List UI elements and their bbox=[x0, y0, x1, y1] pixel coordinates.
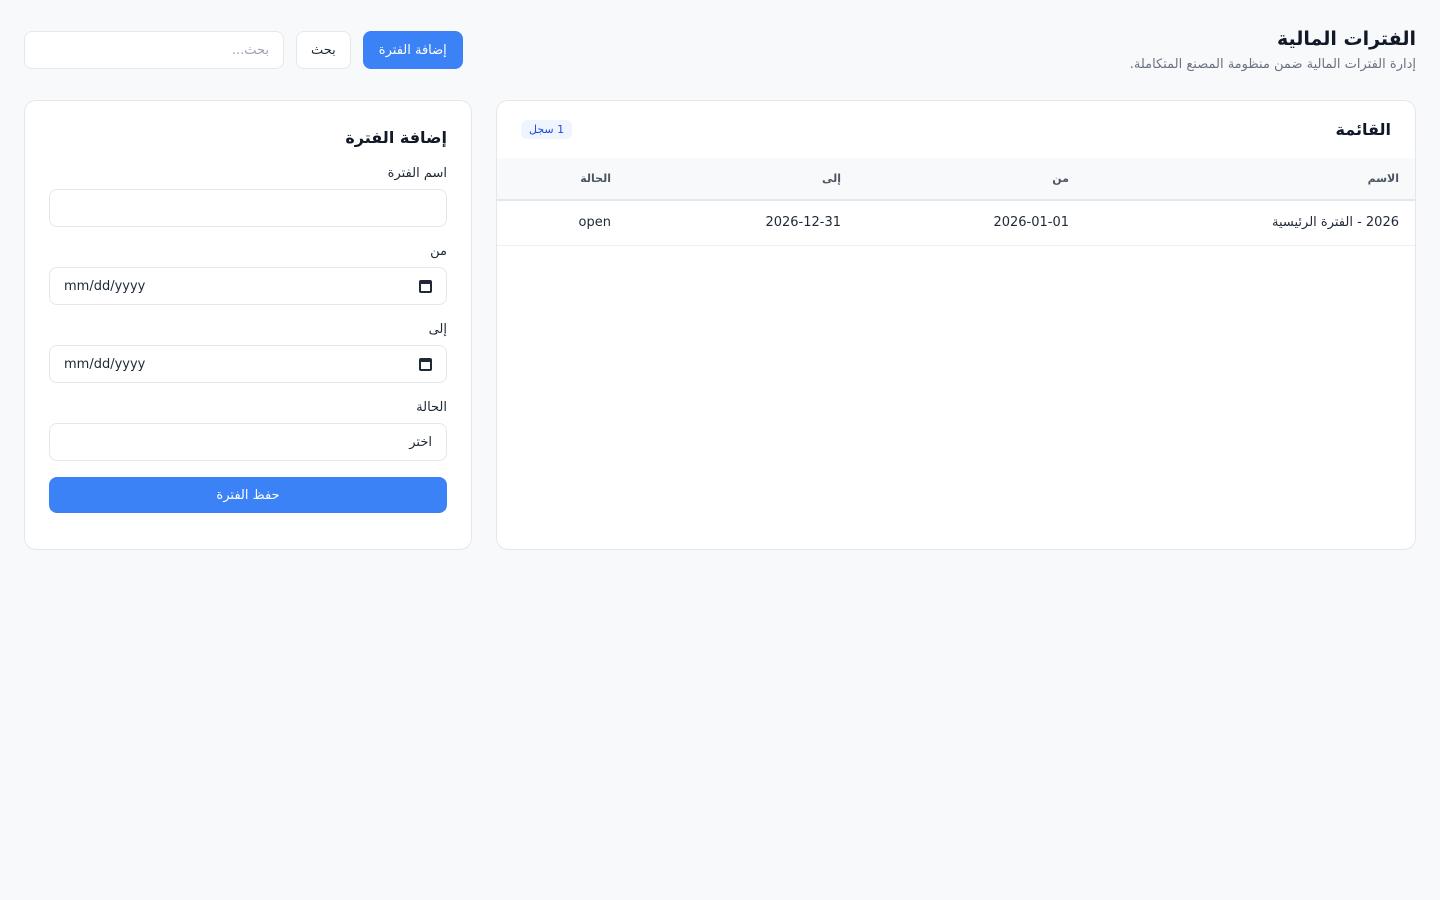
title-block: الفترات المالية إدارة الفترات المالية ضم… bbox=[1130, 24, 1416, 74]
period-name-input[interactable] bbox=[49, 189, 447, 227]
table-header: الاسم من إلى الحالة bbox=[497, 158, 1415, 200]
field-period-name: اسم الفترة bbox=[49, 165, 447, 227]
calendar-icon[interactable] bbox=[419, 357, 432, 371]
record-count-badge: 1 سجل bbox=[521, 120, 573, 139]
page-subtitle: إدارة الفترات المالية ضمن منظومة المصنع … bbox=[1129, 57, 1416, 72]
list-header: القائمة 1 سجل bbox=[497, 101, 1415, 158]
add-period-form: إضافة الفترة اسم الفترة من mm/dd/yyyy إل… bbox=[24, 100, 472, 550]
to-date-label: إلى bbox=[428, 322, 447, 337]
status-select[interactable]: اختر bbox=[49, 423, 447, 461]
status-label: الحالة bbox=[416, 400, 447, 415]
page-title: الفترات المالية bbox=[1276, 28, 1416, 50]
calendar-icon[interactable] bbox=[419, 279, 432, 293]
cell-from: 2026-01-01 bbox=[993, 215, 1069, 231]
cell-status: open bbox=[578, 215, 611, 231]
toolbar: إضافة الفترة بحث bbox=[24, 24, 463, 69]
search-button[interactable]: بحث bbox=[296, 31, 351, 69]
column-header-from[interactable]: من bbox=[857, 158, 1085, 200]
column-header-name[interactable]: الاسم bbox=[1085, 158, 1415, 200]
to-date-input[interactable]: mm/dd/yyyy bbox=[49, 345, 447, 383]
search-input[interactable] bbox=[24, 31, 284, 69]
from-date-label: من bbox=[430, 244, 447, 259]
add-period-button[interactable]: إضافة الفترة bbox=[362, 31, 463, 69]
table-row[interactable]: 2026 - الفترة الرئيسية 2026-01-01 2026-1… bbox=[497, 200, 1415, 245]
list-title: القائمة bbox=[1335, 120, 1391, 139]
save-period-button[interactable]: حفظ الفترة bbox=[49, 477, 447, 513]
table-body: 2026 - الفترة الرئيسية 2026-01-01 2026-1… bbox=[497, 200, 1415, 245]
column-header-status[interactable]: الحالة bbox=[497, 158, 627, 200]
period-name-label: اسم الفترة bbox=[387, 166, 447, 181]
form-title: إضافة الفترة bbox=[345, 128, 447, 147]
from-date-value: mm/dd/yyyy bbox=[64, 278, 146, 294]
column-header-to[interactable]: إلى bbox=[627, 158, 857, 200]
field-status: الحالة اختر bbox=[49, 399, 447, 461]
page-header: الفترات المالية إدارة الفترات المالية ضم… bbox=[0, 0, 1440, 90]
field-from-date: من mm/dd/yyyy bbox=[49, 243, 447, 305]
from-date-input[interactable]: mm/dd/yyyy bbox=[49, 267, 447, 305]
cell-to: 2026-12-31 bbox=[765, 215, 841, 231]
to-date-value: mm/dd/yyyy bbox=[64, 356, 146, 372]
field-to-date: إلى mm/dd/yyyy bbox=[49, 321, 447, 383]
periods-table: الاسم من إلى الحالة 2026 - الفترة الرئيس… bbox=[497, 158, 1415, 246]
status-selected-value: اختر bbox=[409, 434, 432, 450]
cell-name: 2026 - الفترة الرئيسية bbox=[1271, 215, 1399, 231]
table-header-row: الاسم من إلى الحالة bbox=[497, 158, 1415, 200]
list-card: القائمة 1 سجل الاسم من إلى الحالة 2026 -… bbox=[496, 100, 1416, 550]
